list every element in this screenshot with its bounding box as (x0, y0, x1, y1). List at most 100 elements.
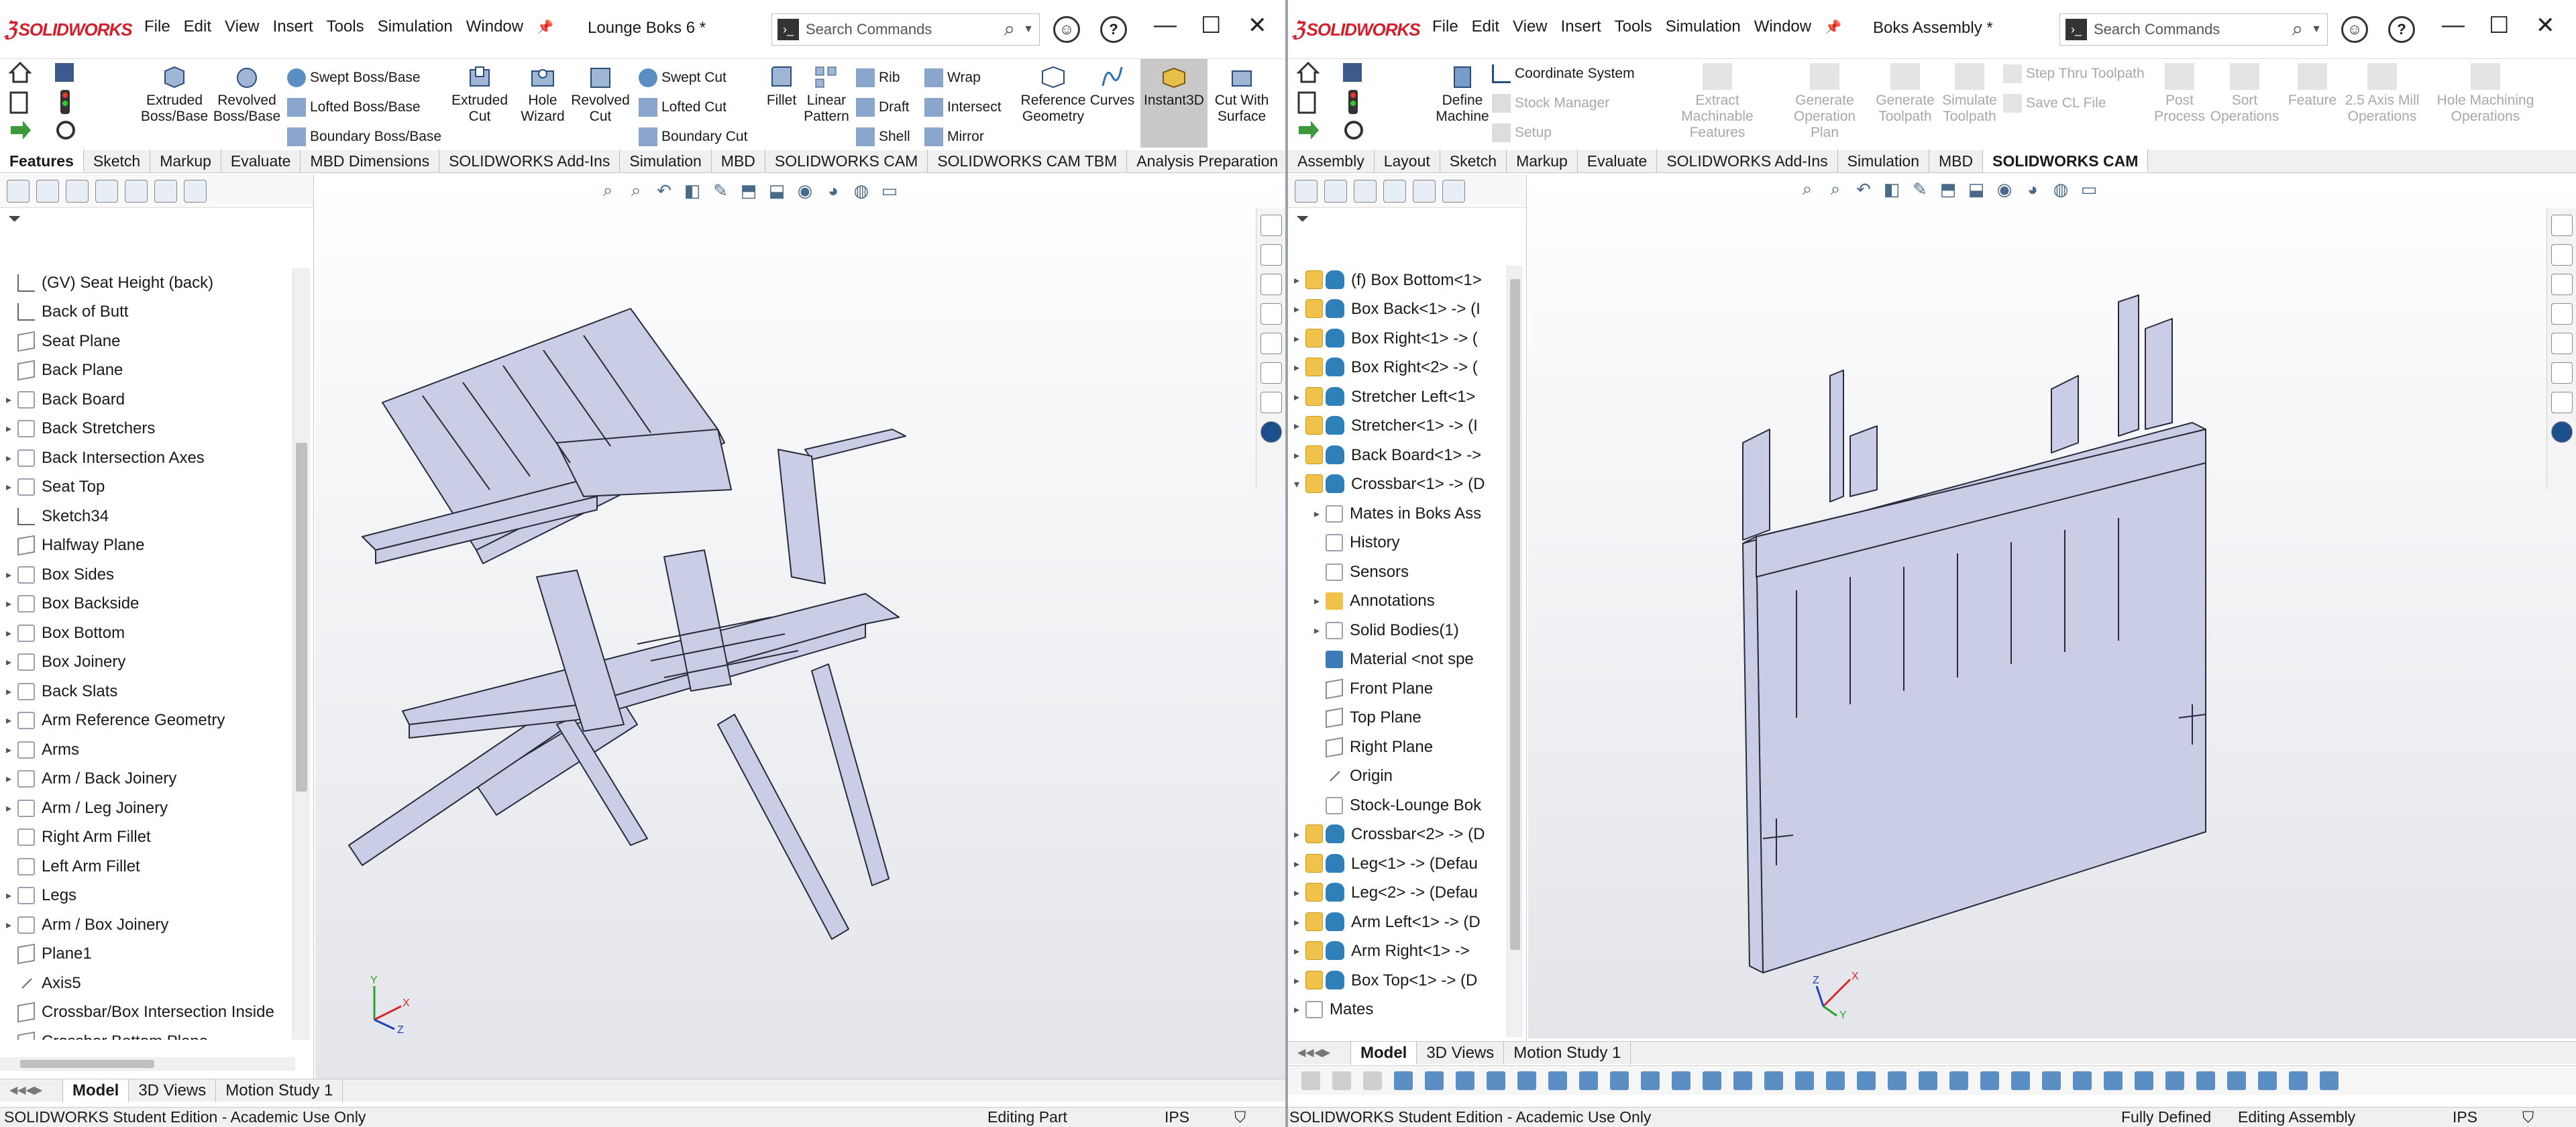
community-icon[interactable] (1260, 421, 1282, 443)
coordinate-system-button[interactable]: Coordinate System (1492, 64, 1635, 83)
chevron-right-icon[interactable]: ▸ (0, 655, 17, 669)
menu-simulation[interactable]: Simulation (1666, 17, 1741, 36)
tree-item[interactable]: ▸ Back Slats (0, 677, 295, 706)
tree-item[interactable]: Sketch34 (0, 502, 295, 531)
reference-geometry-button[interactable]: Reference Geometry (1013, 63, 1093, 125)
tab-solidworks-cam[interactable]: SOLIDWORKS CAM (1983, 150, 2149, 172)
menu-tools[interactable]: Tools (1615, 17, 1652, 36)
tab-solidworks-addins[interactable]: SOLIDWORKS Add-Ins (439, 150, 621, 172)
chevron-right-icon[interactable]: ▸ (1288, 916, 1305, 929)
tree-item[interactable]: ▸ Mates (1288, 996, 1509, 1025)
tab-model[interactable]: Model (63, 1079, 129, 1102)
selection-filter-icon[interactable] (2165, 1071, 2184, 1090)
menu-file[interactable]: File (144, 17, 170, 36)
selection-filter-icon[interactable] (2042, 1071, 2061, 1090)
tab-scroll-arrows[interactable]: ◀◀◀▶ (1288, 1041, 1351, 1065)
tab-mbd-dimensions[interactable]: MBD Dimensions (301, 150, 440, 172)
tree-item[interactable]: ▸ Arm / Back Joinery (0, 765, 295, 794)
linear-pattern-button[interactable]: Linear Pattern (800, 63, 853, 125)
tab-simulation[interactable]: Simulation (620, 150, 712, 172)
chevron-right-icon[interactable]: ▸ (0, 889, 17, 902)
tree-item[interactable]: ▸ Stretcher<1> -> (I (1288, 412, 1509, 441)
help-icon[interactable]: ? (1100, 16, 1127, 43)
selection-filter-icon[interactable] (1548, 1071, 1567, 1090)
selection-filter-icon[interactable] (2258, 1071, 2277, 1090)
extruded-boss-button[interactable]: Extruded Boss/Base (141, 63, 208, 125)
unit-system[interactable]: IPS (2453, 1108, 2477, 1126)
tree-vertical-scrollbar[interactable] (1507, 266, 1523, 1037)
menu-edit[interactable]: Edit (184, 17, 211, 36)
tree-item[interactable]: ▸ Box Sides (0, 560, 295, 590)
home-icon[interactable] (1260, 215, 1282, 236)
tree-item[interactable]: ▸ Stretcher Left<1> (1288, 382, 1509, 412)
instant3d-button[interactable]: Instant3D (1140, 59, 1208, 148)
chevron-down-icon[interactable]: ▼ (2311, 23, 2322, 36)
minimize-button[interactable]: — (2442, 12, 2465, 38)
tree-item[interactable]: ▸ Arm Reference Geometry (0, 706, 295, 736)
quick-access-icons[interactable] (1295, 59, 1375, 152)
tree-item[interactable]: ▸ Box Bottom (0, 619, 295, 648)
selection-filter-icon[interactable] (1579, 1071, 1598, 1090)
swept-boss-button[interactable]: Swept Boss/Base (287, 68, 421, 87)
chevron-right-icon[interactable]: ▸ (0, 918, 17, 932)
chevron-right-icon[interactable]: ▸ (1288, 886, 1305, 900)
pin-icon[interactable]: 📌 (1825, 19, 1841, 36)
chevron-down-icon[interactable]: ▼ (1023, 23, 1034, 36)
tree-item[interactable]: (GV) Seat Height (back) (0, 268, 295, 298)
tab-features[interactable]: Features (0, 150, 84, 172)
user-account-icon[interactable]: ☺ (1053, 16, 1080, 43)
selection-filter-icon[interactable] (1394, 1071, 1413, 1090)
selection-filter-icon[interactable] (2227, 1071, 2246, 1090)
tree-item[interactable]: ▸ Mates in Boks Ass (1288, 499, 1509, 529)
tab-mbd[interactable]: MBD (712, 150, 765, 172)
save-cl-file-button[interactable]: Save CL File (2003, 94, 2106, 113)
chevron-right-icon[interactable]: ▸ (0, 802, 17, 815)
cam-tree-icon[interactable] (1442, 179, 1465, 203)
tree-item[interactable]: ▸ Seat Top (0, 473, 295, 502)
tree-item[interactable]: Crossbar/Box Intersection Inside (0, 998, 295, 1028)
tree-item[interactable]: ▸ Back Board (0, 385, 295, 415)
appearances-icon[interactable] (1260, 333, 1282, 354)
quick-access-icons[interactable] (7, 59, 87, 152)
tab-assembly[interactable]: Assembly (1288, 150, 1375, 172)
chevron-right-icon[interactable]: ▸ (1288, 828, 1305, 841)
tree-item[interactable]: ▸ Arm Right<1> -> (1288, 937, 1509, 967)
design-library-icon[interactable] (1260, 274, 1282, 295)
tab-3d-views[interactable]: 3D Views (1417, 1041, 1505, 1065)
chevron-right-icon[interactable]: ▸ (0, 714, 17, 727)
chevron-right-icon[interactable]: ▸ (1288, 361, 1305, 374)
tree-item[interactable]: ▸ Arms (0, 735, 295, 765)
menu-window[interactable]: Window (1754, 17, 1811, 36)
minimize-button[interactable]: — (1154, 12, 1177, 38)
solidworks-forum-icon[interactable] (1260, 392, 1282, 413)
selection-filter-icon[interactable] (1703, 1071, 1721, 1090)
resources-icon[interactable] (2551, 244, 2573, 266)
property-manager-icon[interactable] (36, 179, 59, 203)
selection-filter-icon[interactable] (2289, 1071, 2308, 1090)
menu-edit[interactable]: Edit (1472, 17, 1499, 36)
chevron-right-icon[interactable]: ▸ (1288, 945, 1305, 958)
chevron-down-icon[interactable]: ▾ (1288, 478, 1305, 491)
menu-file[interactable]: File (1432, 17, 1458, 36)
tree-item[interactable]: Material <not spe (1288, 645, 1509, 675)
selection-filter-icon[interactable] (1487, 1071, 1505, 1090)
filter-icon[interactable]: ⏷ (1288, 208, 1526, 231)
chevron-right-icon[interactable]: ▸ (0, 772, 17, 786)
revolved-cut-button[interactable]: Revolved Cut (570, 63, 631, 125)
selection-filter-icon[interactable] (1826, 1071, 1845, 1090)
tree-item[interactable]: Axis5 (0, 969, 295, 998)
search-commands[interactable]: ›_ Search Commands ⌕ ▼ (2059, 13, 2328, 46)
configuration-manager-icon[interactable] (66, 179, 89, 203)
chevron-right-icon[interactable]: ▸ (1308, 594, 1326, 608)
scroll-thumb[interactable] (1510, 279, 1520, 950)
scroll-thumb[interactable] (296, 443, 307, 792)
selection-filter-icon[interactable] (1919, 1071, 1937, 1090)
design-library-icon[interactable] (2551, 274, 2573, 295)
menu-window[interactable]: Window (466, 17, 523, 36)
chevron-right-icon[interactable]: ▸ (0, 451, 17, 465)
curves-button[interactable]: Curves (1085, 63, 1139, 109)
graphics-area[interactable]: ⌕⌕↶◧✎⬒⬓◉◕◍▭ ▭ — ❐ ✕ (1528, 174, 2576, 1038)
mirror-button[interactable]: Mirror (924, 127, 984, 146)
tree-item[interactable]: Seat Plane (0, 327, 295, 356)
menu-view[interactable]: View (1513, 17, 1548, 36)
